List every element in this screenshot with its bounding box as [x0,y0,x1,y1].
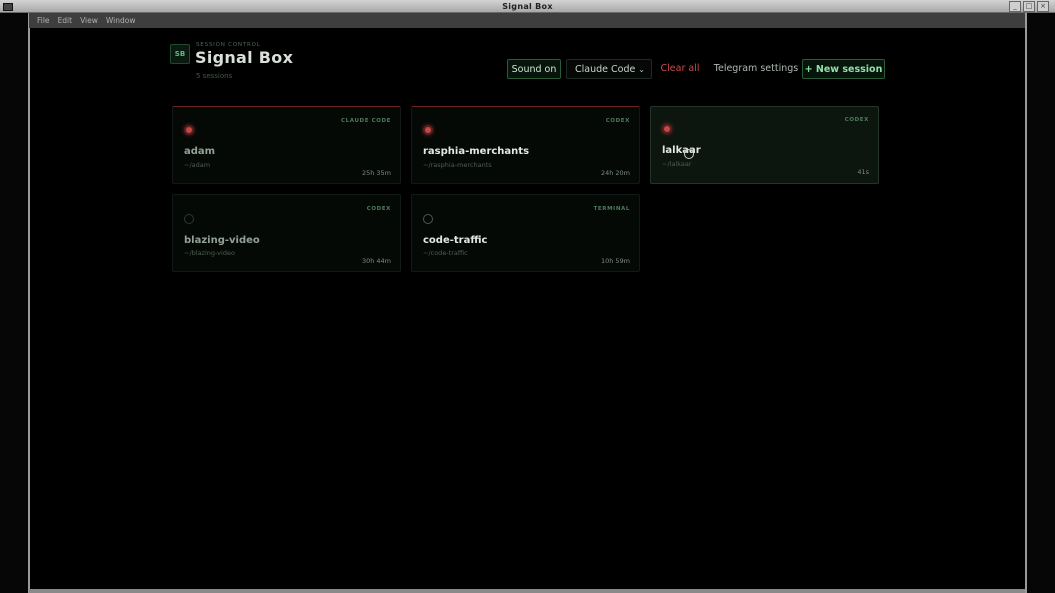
agent-tag: CODEX [844,117,869,123]
session-name: blazing-video [184,235,260,246]
status-dot-alert [662,124,672,134]
status-dot-alert [184,125,194,135]
app-menu-icon[interactable] [3,3,13,11]
agent-tag: TERMINAL [593,206,630,212]
session-card-blazing-video[interactable]: CODEX blazing-video ~/blazing-video 30h … [172,194,401,272]
close-button[interactable]: × [1037,1,1049,12]
maximize-button[interactable]: □ [1023,1,1035,12]
session-name: code-traffic [423,235,488,246]
os-title-bar: Signal Box _ □ × [0,0,1055,13]
minimize-button[interactable]: _ [1009,1,1021,12]
status-dot-idle [423,214,433,224]
menu-file[interactable]: File [33,13,54,28]
session-card-lalkaar[interactable]: CODEX lalkaar ~/lalkaar 41s [650,106,879,184]
session-duration: 25h 35m [361,169,391,177]
sound-toggle-button[interactable]: Sound on [507,59,561,79]
session-path: ~/lalkaar [662,160,692,168]
session-path: ~/code-traffic [423,249,468,257]
session-duration: 24h 20m [600,169,630,177]
clear-all-button[interactable]: Clear all [658,59,702,79]
new-session-button[interactable]: + New session [802,59,885,79]
session-duration: 10h 59m [600,257,630,265]
agent-tag: CODEX [366,206,391,212]
desktop-left-edge [0,13,30,593]
session-duration: 30h 44m [361,257,391,265]
session-card-rasphia-merchants[interactable]: CODEX rasphia-merchants ~/rasphia-mercha… [411,106,640,184]
agent-tag: CLAUDE CODE [341,118,391,124]
page-title: Signal Box [195,48,294,67]
session-name: adam [184,146,216,157]
session-path: ~/adam [184,161,211,169]
menu-bar: File Edit View Window [29,13,1025,28]
desktop-right-edge [1025,13,1055,593]
agent-select-value: Claude Code [575,64,636,75]
menu-window[interactable]: Window [102,13,140,28]
status-dot-alert [423,125,433,135]
session-card-adam[interactable]: CLAUDE CODE adam ~/adam 25h 35m [172,106,401,184]
session-path: ~/blazing-video [184,249,235,257]
window-title: Signal Box [502,2,553,11]
agent-select[interactable]: Claude Code ⌄ [566,59,652,79]
chevron-down-icon: ⌄ [638,65,645,74]
session-name: rasphia-merchants [423,146,530,157]
session-duration: 41s [857,168,869,176]
menu-view[interactable]: View [76,13,102,28]
window-bottom-border [29,589,1025,593]
session-name: lalkaar [662,145,701,156]
app-content: SB SESSION CONTROL Signal Box 5 sessions… [30,28,1025,589]
session-card-code-traffic[interactable]: TERMINAL code-traffic ~/code-traffic 10h… [411,194,640,272]
status-dot-idle [184,214,194,224]
agent-tag: CODEX [605,118,630,124]
menu-edit[interactable]: Edit [54,13,77,28]
brand-logo-badge: SB [170,44,190,64]
session-count: 5 sessions [196,72,233,80]
telegram-settings-button[interactable]: Telegram settings [710,59,802,79]
session-path: ~/rasphia-merchants [423,161,492,169]
mouse-cursor-icon [684,149,694,159]
window-controls: _ □ × [1009,1,1049,12]
